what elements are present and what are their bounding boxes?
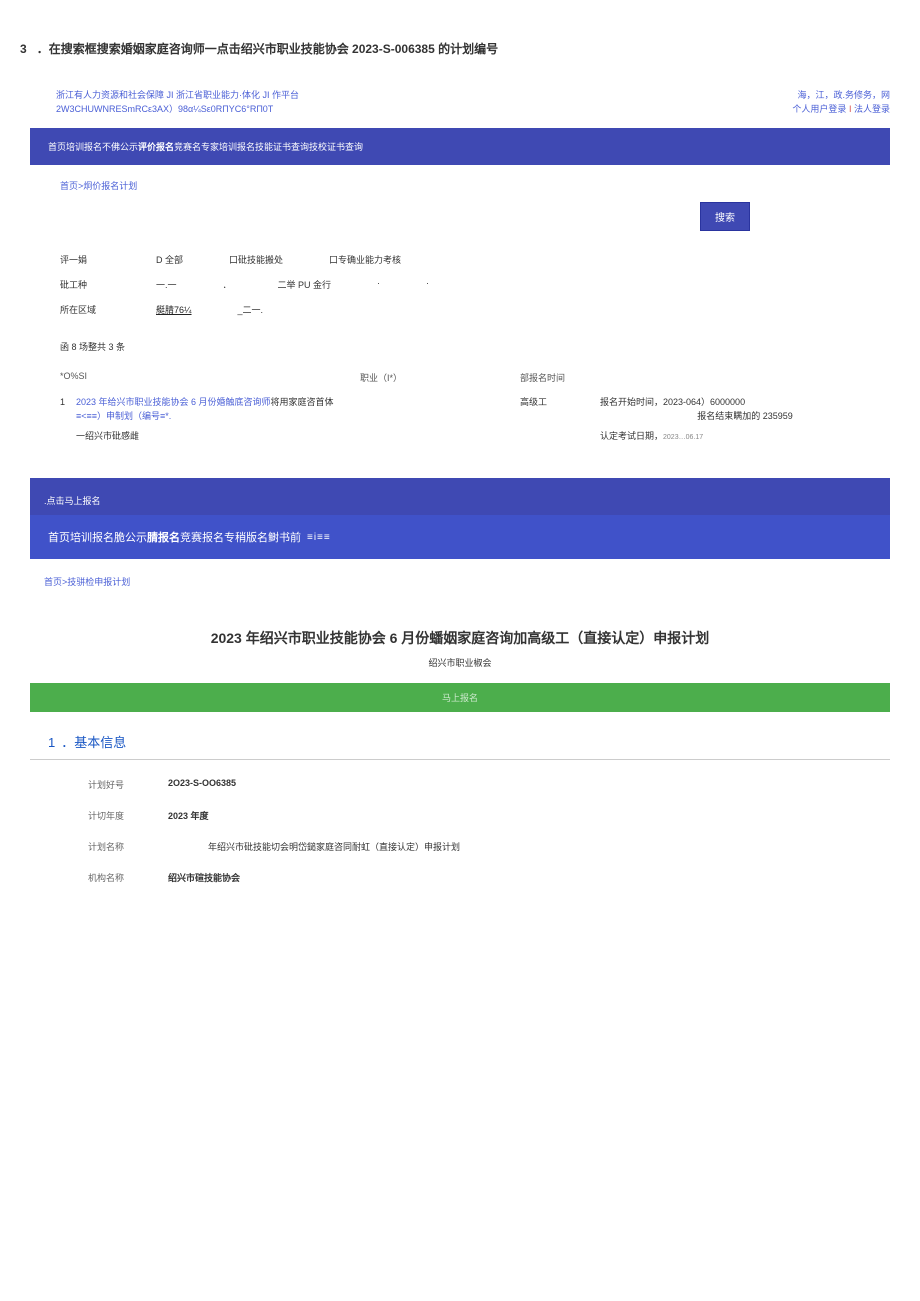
result-org: 一绍兴市砒感雌 [76,429,360,442]
value-plan-name: 年绍兴市砒技能切会明岱鎚家庭咨同耐虹（直接认定）申报计划 [168,840,890,853]
login-corp-link[interactable]: 法人登录 [854,104,890,114]
header-line1: 浙江有人力资源和社会保障 JI 浙江省职业能力·体化 JI 作平台 [56,89,299,103]
filter2-opt4: · [377,278,380,291]
navbar-1: 首页培训报名不佛公示评价报名竞赛名专家培训报名技能证书查询技校证书查询 [30,128,890,165]
filter2-opt5: · [426,278,429,291]
search-row: 搜索 [30,202,890,231]
filter3-opt2[interactable]: _二一. [238,303,264,316]
section-text: ．基本信息 [61,735,126,750]
label-plan-no: 计划好号 [88,778,168,791]
step-title: 3 ．在搜索框搜索婚姻家庭咨询师一点击绍兴市职业技能协会 2023-S-00638… [20,40,900,59]
result-time-end: 报名结束瞒加的 235959 [600,410,890,424]
menu-icon[interactable]: ≡i≡≡ [307,532,331,543]
th-name: *O%SI [60,371,360,384]
breadcrumb-2[interactable]: 首页>技骈检申报计划 [30,559,890,598]
filter2-opt3[interactable]: 二举 PU 金行 [278,278,332,291]
navbar-2: 首页培训报名脆公示腈报名竞赛报名专稍版名鲥书前 ≡i≡≡ [30,515,890,559]
result-sub: ≡<≡≡）申制划（编号≡*. [76,410,360,424]
nav2-pre[interactable]: 首页培训报名脆公示 [48,529,147,545]
nav2-active[interactable]: 腈报名 [147,529,180,545]
step-number: 3 [20,42,27,56]
result-title-black: 将用家庭咨首体 [271,397,334,407]
result-row-1[interactable]: 1 2023 年给兴市职业技能协会 6 月份婚触底咨询师将用家庭咨首体 ≡<≡≡… [30,390,890,425]
login-separator: I [849,104,852,114]
search-button[interactable]: 搜索 [700,202,750,231]
result-level: 高级工 [520,396,600,410]
nav1-active[interactable]: 评价报名 [138,142,174,152]
header-right: 海，江，政.务修务，网 个人用户登录 I 法人登录 [792,89,890,116]
nav2-post[interactable]: 竞赛报名专稍版名鲥书前 [180,529,301,545]
signup-now-button[interactable]: 马上报名 [30,683,890,712]
filter2-opt1[interactable]: 一.一 [156,278,177,291]
filter1-label: 评一娟 [60,253,110,266]
result-exam-date: 认定考试日期，2023…06.17 [360,429,890,442]
section-num: 1 [48,735,55,750]
plan-title: 2023 年绍兴市职业技能协会 6 月份蟠姻家庭咨询加高级工（直接认定）申报计划 [30,598,890,656]
exam-date-value: 2023…06.17 [663,434,703,441]
result-index: 1 [60,396,76,410]
info-row-plan-name: 计划名称 年绍兴市砒技能切会明岱鎚家庭咨同耐虹（直接认定）申报计划 [30,822,890,853]
value-year: 2023 年度 [168,809,890,822]
login-personal-link[interactable]: 个人用户登录 [792,104,846,114]
result-time-start: 报名开始时间，2023-064）6000000 [600,396,890,410]
portal-header: 浙江有人力资源和社会保障 JI 浙江省职业能力·体化 JI 作平台 2W3CHU… [30,83,890,122]
filter2-label: 砒工种 [60,278,110,291]
filter2-opt2: ． [223,278,232,291]
filter-row-1: 评一娟 D 全部 口砒技能搬处 口专确业能力考核 [30,247,890,272]
section-basic-info: 1 ．基本信息 [30,712,890,760]
value-org: 绍兴市碹技能协会 [168,871,890,884]
result-title: 2023 年给兴市职业技能协会 6 月份婚触底咨询师将用家庭咨首体 ≡<≡≡）申… [76,396,360,423]
click-signup-note: .点击马上报名 [30,478,890,515]
nav1-pre[interactable]: 首页培训报名不佛公示 [48,142,138,152]
info-row-year: 计切年度 2023 年度 [30,791,890,822]
step-text: ．在搜索框搜索婚姻家庭咨询师一点击绍兴市职业技能协会 2023-S-006385… [37,42,498,56]
value-plan-no: 2O23-S-OO6385 [168,778,890,791]
result-count: 函 8 场整共 3 条 [30,322,890,365]
info-row-plan-no: 计划好号 2O23-S-OO6385 [30,760,890,791]
label-org: 机构名称 [88,871,168,884]
label-year: 计切年度 [88,809,168,822]
filter3-label: 所在区域 [60,303,110,316]
filter1-opt1[interactable]: D 全部 [156,253,183,266]
filter-row-2: 砒工种 一.一 ． 二举 PU 金行 · · [30,272,890,297]
result-sub-row: 一绍兴市砒感雌 认定考试日期，2023…06.17 [30,425,890,454]
exam-date-label: 认定考试日期， [600,431,663,441]
label-plan-name: 计划名称 [88,840,168,853]
filter-row-3: 所在区域 艇腈76¼ _二一. [30,297,890,322]
breadcrumb-1[interactable]: 首页>炯价报名计划 [30,165,890,202]
filter1-opt3[interactable]: 口专确业能力考核 [329,253,401,266]
filter3-opt1[interactable]: 艇腈76¼ [156,303,192,316]
header-site: 海，江，政.务修务，网 [792,89,890,103]
th-job: 职业（I*） [360,371,520,384]
header-line2: 2W3CHUWNRESmRCε3AX）98α¼Sε0RПYC6°RП0T [56,103,299,117]
screenshot-frame-1: 浙江有人力资源和社会保障 JI 浙江省职业能力·体化 JI 作平台 2W3CHU… [30,83,890,884]
th-time: 部报名时间 [520,371,600,384]
filter1-opt2[interactable]: 口砒技能搬处 [229,253,283,266]
nav1-post[interactable]: 竞赛名专家培训报名技能证书查询技校证书查询 [174,142,363,152]
table-header: *O%SI 职业（I*） 部报名时间 [30,365,890,390]
result-title-blue: 2023 年给兴市职业技能协会 6 月份婚触底咨询师 [76,397,271,407]
header-left: 浙江有人力资源和社会保障 JI 浙江省职业能力·体化 JI 作平台 2W3CHU… [56,89,299,116]
plan-subtitle: 绍兴市职业椒会 [30,656,890,683]
info-row-org: 机构名称 绍兴市碹技能协会 [30,853,890,884]
result-time: 报名开始时间，2023-064）6000000 报名结束瞒加的 235959 [600,396,890,423]
